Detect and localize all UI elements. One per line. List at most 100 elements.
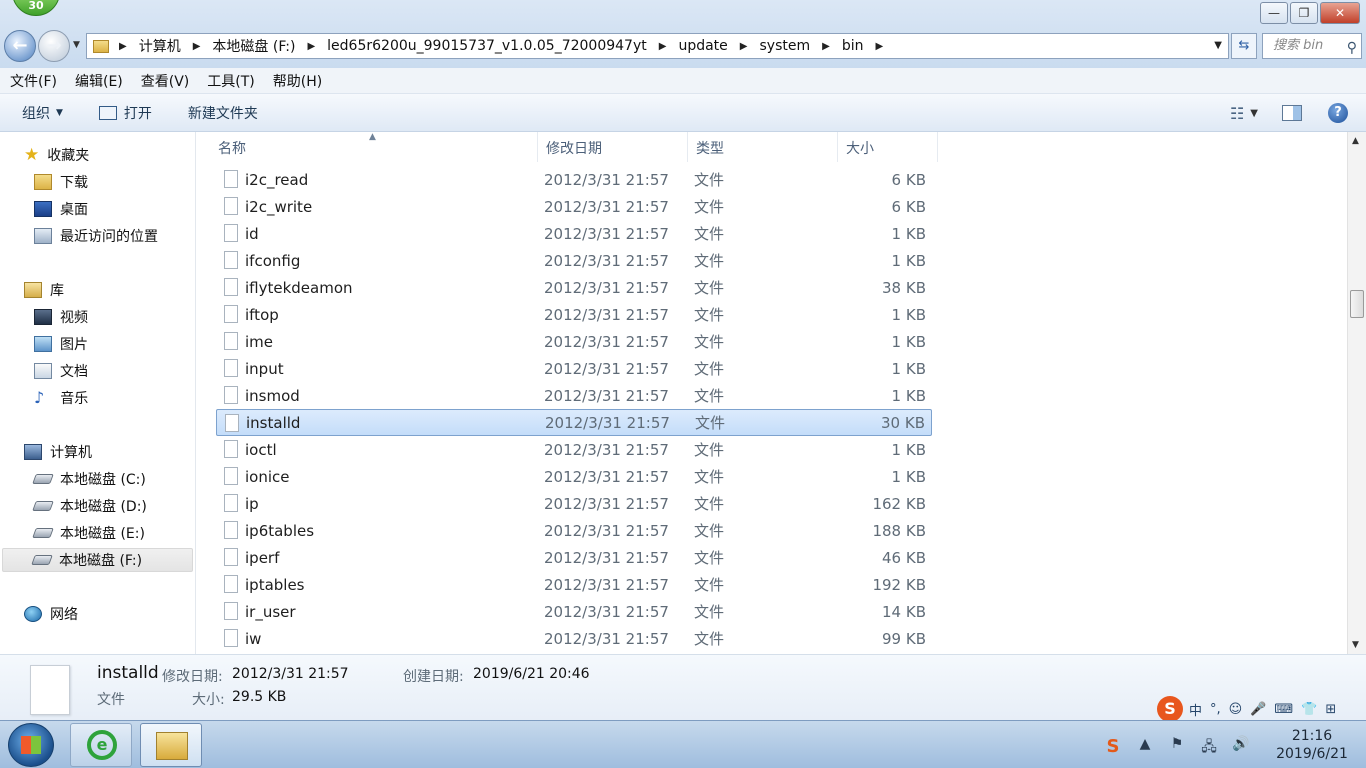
ime-mode-toggle[interactable]: 中	[1189, 700, 1202, 719]
preview-pane-icon[interactable]	[1282, 105, 1302, 121]
close-button[interactable]: ✕	[1320, 2, 1360, 24]
file-row[interactable]: i2c_read 2012/3/31 21:57 文件 6 KB	[216, 166, 932, 193]
menu-view[interactable]: 查看(V)	[131, 71, 198, 91]
column-header-type[interactable]: 类型	[688, 132, 838, 162]
nav-drive-c[interactable]: 本地磁盘 (C:)	[32, 467, 146, 491]
nav-favorites[interactable]: ★ 收藏夹	[24, 143, 89, 167]
column-header-size[interactable]: 大小	[838, 132, 938, 162]
file-row[interactable]: iw 2012/3/31 21:57 文件 99 KB	[216, 625, 932, 652]
minimize-button[interactable]: —	[1260, 2, 1288, 24]
breadcrumb-separator-icon[interactable]: ▶	[307, 41, 315, 52]
file-row[interactable]: iptables 2012/3/31 21:57 文件 192 KB	[216, 571, 932, 598]
open-button[interactable]: 打开	[98, 103, 152, 123]
breadcrumb-bin[interactable]: bin	[842, 38, 864, 54]
nav-drive-e[interactable]: 本地磁盘 (E:)	[32, 521, 145, 545]
nav-drive-d[interactable]: 本地磁盘 (D:)	[32, 494, 147, 518]
forward-button[interactable]: →	[38, 30, 70, 62]
organize-button[interactable]: 组织 ▼	[22, 103, 63, 123]
refresh-button[interactable]: ⇆	[1231, 33, 1257, 59]
show-hidden-icons-icon[interactable]: ▲	[1136, 736, 1154, 754]
recent-pages-dropdown[interactable]: ▼	[73, 40, 80, 50]
emoji-icon[interactable]: ☺	[1229, 702, 1243, 717]
taskbar-explorer-button[interactable]	[140, 723, 202, 767]
column-header-name[interactable]: 名称	[210, 132, 538, 162]
file-row[interactable]: ip6tables 2012/3/31 21:57 文件 188 KB	[216, 517, 932, 544]
chevron-down-icon[interactable]: ▼	[1214, 40, 1222, 51]
network-tray-icon[interactable]: 🖧	[1200, 736, 1218, 755]
picture-library-icon	[34, 336, 52, 352]
nav-downloads[interactable]: 下载	[34, 170, 88, 194]
nav-desktop[interactable]: 桌面	[34, 197, 88, 221]
breadcrumb-system[interactable]: system	[759, 38, 810, 54]
column-header-date[interactable]: 修改日期	[538, 132, 688, 162]
breadcrumb-separator-icon[interactable]: ▶	[659, 41, 667, 52]
breadcrumb-folder[interactable]: led65r6200u_99015737_v1.0.05_72000947yt	[327, 38, 647, 54]
file-row[interactable]: ionice 2012/3/31 21:57 文件 1 KB	[216, 463, 932, 490]
breadcrumb-separator-icon[interactable]: ▶	[822, 41, 830, 52]
volume-icon[interactable]: 🔊	[1232, 736, 1250, 754]
microphone-icon[interactable]: 🎤	[1250, 702, 1266, 717]
breadcrumb-separator-icon[interactable]: ▶	[740, 41, 748, 52]
search-input[interactable]: 搜索 bin ⚲	[1262, 33, 1362, 59]
taskbar-browser-button[interactable]: e	[70, 723, 132, 767]
file-row[interactable]: ip 2012/3/31 21:57 文件 162 KB	[216, 490, 932, 517]
menu-file[interactable]: 文件(F)	[0, 71, 65, 91]
file-row[interactable]: i2c_write 2012/3/31 21:57 文件 6 KB	[216, 193, 932, 220]
help-icon[interactable]: ?	[1328, 103, 1348, 123]
sogou-logo-icon[interactable]: S	[1157, 696, 1183, 722]
vertical-scrollbar[interactable]: ▲ ▼	[1347, 132, 1366, 654]
search-icon[interactable]: ⚲	[1347, 36, 1357, 60]
file-row[interactable]: ioctl 2012/3/31 21:57 文件 1 KB	[216, 436, 932, 463]
start-button[interactable]	[8, 723, 54, 767]
nav-network[interactable]: 网络	[24, 602, 78, 626]
scroll-thumb[interactable]	[1350, 290, 1364, 318]
new-folder-button[interactable]: 新建文件夹	[188, 103, 258, 123]
file-row[interactable]: ifconfig 2012/3/31 21:57 文件 1 KB	[216, 247, 932, 274]
file-row[interactable]: iflytekdeamon 2012/3/31 21:57 文件 38 KB	[216, 274, 932, 301]
grid-menu-icon[interactable]: ⊞	[1325, 702, 1336, 717]
breadcrumb-update[interactable]: update	[678, 38, 727, 54]
nav-computer[interactable]: 计算机	[24, 440, 92, 464]
file-row[interactable]: ime 2012/3/31 21:57 文件 1 KB	[216, 328, 932, 355]
keyboard-icon[interactable]: ⌨	[1274, 702, 1293, 717]
menu-edit[interactable]: 编辑(E)	[65, 71, 131, 91]
menu-help[interactable]: 帮助(H)	[263, 71, 330, 91]
nav-recent-places[interactable]: 最近访问的位置	[34, 224, 158, 248]
nav-pictures[interactable]: 图片	[34, 332, 88, 356]
breadcrumb-separator-icon[interactable]: ▶	[875, 41, 883, 52]
file-row[interactable]: insmod 2012/3/31 21:57 文件 1 KB	[216, 382, 932, 409]
nav-documents[interactable]: 文档	[34, 359, 88, 383]
breadcrumb-drive-f[interactable]: 本地磁盘 (F:)	[212, 36, 295, 56]
file-row[interactable]: iperf 2012/3/31 21:57 文件 46 KB	[216, 544, 932, 571]
address-bar[interactable]: ▶ 计算机 ▶ 本地磁盘 (F:) ▶ led65r6200u_99015737…	[86, 33, 1229, 59]
menu-tools[interactable]: 工具(T)	[197, 71, 262, 91]
notification-badge[interactable]: 30	[12, 0, 60, 16]
file-row[interactable]: iftop 2012/3/31 21:57 文件 1 KB	[216, 301, 932, 328]
skin-icon[interactable]: 👕	[1301, 702, 1317, 717]
file-row[interactable]: id 2012/3/31 21:57 文件 1 KB	[216, 220, 932, 247]
file-name: ime	[245, 332, 274, 351]
back-button[interactable]: ←	[4, 30, 36, 62]
clock[interactable]: 21:16 2019/6/21	[1264, 727, 1360, 763]
file-icon	[224, 305, 238, 323]
file-type: 文件	[695, 414, 726, 432]
view-details-icon[interactable]: ☷	[1230, 104, 1244, 123]
nav-libraries[interactable]: 库	[24, 278, 64, 302]
nav-videos[interactable]: 视频	[34, 305, 88, 329]
nav-music[interactable]: ♪ 音乐	[34, 386, 88, 410]
file-row[interactable]: ir_user 2012/3/31 21:57 文件 14 KB	[216, 598, 932, 625]
breadcrumb-separator-icon[interactable]: ▶	[119, 41, 127, 52]
sogou-tray-icon[interactable]: S	[1104, 736, 1122, 757]
file-row-selected[interactable]: installd 2012/3/31 21:57 文件 30 KB	[216, 409, 932, 436]
scroll-down-icon[interactable]: ▼	[1352, 640, 1359, 650]
maximize-button[interactable]: ❐	[1290, 2, 1318, 24]
file-row[interactable]: input 2012/3/31 21:57 文件 1 KB	[216, 355, 932, 382]
view-options-dropdown[interactable]: ▼	[1250, 108, 1258, 119]
nav-drive-f[interactable]: 本地磁盘 (F:)	[2, 548, 193, 572]
scroll-up-icon[interactable]: ▲	[1352, 136, 1359, 146]
punctuation-icon[interactable]: °,	[1210, 702, 1221, 717]
breadcrumb-separator-icon[interactable]: ▶	[193, 41, 201, 52]
breadcrumb-computer[interactable]: 计算机	[139, 36, 181, 56]
action-center-flag-icon[interactable]: ⚑	[1168, 736, 1186, 754]
arrow-left-icon: ←	[12, 35, 28, 56]
